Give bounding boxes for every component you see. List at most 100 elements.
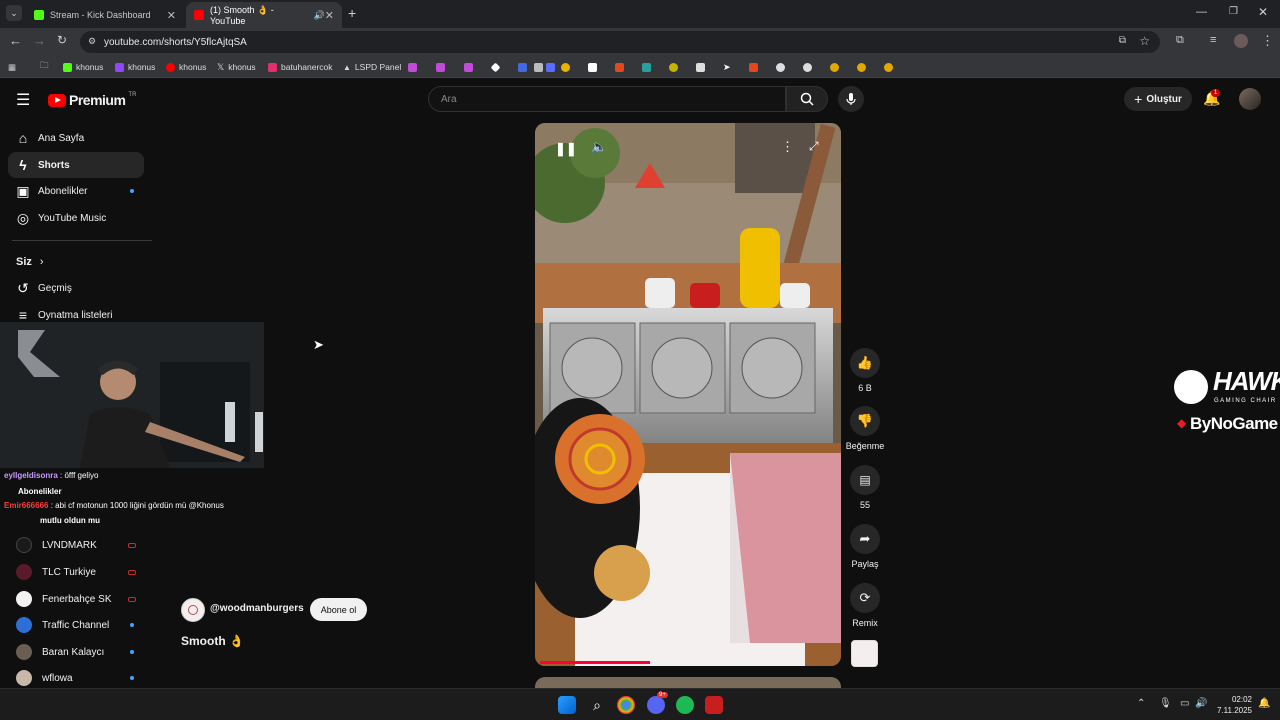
sidebar-item-history[interactable]: ↺ Geçmiş — [8, 275, 144, 301]
menu-dots-icon[interactable]: ⋮ — [1261, 33, 1274, 49]
coin-icon[interactable] — [669, 62, 678, 72]
sidebar-sub-baran-kalayci[interactable]: Baran Kalaycı — [8, 639, 144, 665]
chat-message-text: Abonelikler — [18, 487, 62, 496]
discord-icon[interactable] — [647, 696, 665, 714]
smiley-icon[interactable] — [561, 62, 570, 72]
new-tab-icon[interactable]: + — [348, 5, 356, 21]
app-icon[interactable] — [705, 696, 723, 714]
extensions-icon[interactable]: ⧉ — [1176, 34, 1184, 47]
create-button[interactable]: + Oluştur — [1124, 87, 1192, 111]
diamond-icon[interactable] — [490, 62, 501, 72]
ball-icon[interactable] — [802, 62, 812, 72]
like-button[interactable]: 👍 — [850, 348, 880, 378]
minimize-icon[interactable]: — — [1196, 6, 1207, 18]
fullscreen-icon[interactable]: ⤢ — [809, 139, 819, 154]
pause-icon[interactable]: ❚❚ — [555, 141, 577, 157]
volume-icon[interactable]: 🔊 — [1195, 698, 1207, 709]
folder-icon[interactable]: 🗀 — [40, 60, 49, 74]
window-close-icon[interactable]: ✕ — [1258, 5, 1268, 19]
voice-search-button[interactable] — [838, 86, 864, 112]
tab-search-icon[interactable]: ⌄ — [6, 5, 22, 21]
search-icon[interactable]: ⌕ — [588, 696, 606, 714]
maximize-icon[interactable]: ❐ — [1229, 6, 1238, 17]
search-input[interactable]: Ara — [428, 86, 786, 112]
network-icon[interactable]: ▭ — [1180, 698, 1189, 709]
comments-button[interactable]: ▤ — [850, 465, 880, 495]
sidebar-item-home[interactable]: ⌂ Ana Sayfa — [8, 125, 144, 151]
forward-icon[interactable]: → — [33, 33, 46, 48]
remix-button[interactable]: ⟳ — [850, 583, 880, 613]
dislike-button[interactable]: 👎 — [850, 406, 880, 436]
clock[interactable]: 02:02 7.11.2025 — [1214, 694, 1252, 716]
bookmark-instagram[interactable]: batuhanercok — [268, 60, 333, 74]
spotify-icon[interactable] — [676, 696, 694, 714]
apps-grid-icon[interactable]: ▦ — [8, 60, 16, 74]
close-icon[interactable]: ✕ — [325, 9, 334, 22]
chrome-icon[interactable] — [617, 696, 635, 714]
youtube-logo[interactable]: Premium TR — [48, 92, 136, 108]
image-icon[interactable] — [588, 62, 597, 72]
profile-avatar[interactable] — [1234, 34, 1248, 48]
windows-start-icon[interactable] — [558, 696, 576, 714]
bookmark-lspd[interactable]: ▲ LSPD Panel — [343, 60, 401, 74]
back-icon[interactable]: ← — [9, 33, 22, 48]
close-icon[interactable]: ✕ — [167, 9, 176, 22]
tab-youtube-short[interactable]: (1) Smooth 👌 - YouTube 🔊 ✕ — [186, 2, 342, 28]
sound-thumbnail[interactable] — [851, 640, 878, 667]
fire-icon[interactable] — [615, 62, 624, 72]
bookmark-twitch[interactable]: khonus — [115, 60, 155, 74]
channel-name[interactable]: @woodmanburgers — [210, 603, 304, 614]
bookmark-youtube[interactable]: khonus — [166, 60, 206, 74]
sidebar-you-header[interactable]: Siz › — [8, 249, 144, 275]
sidebar-sub-lvndmark[interactable]: LVNDMARK — [8, 532, 144, 558]
media-controls-icon[interactable]: ≡ — [1210, 34, 1216, 46]
chat-icon[interactable] — [642, 62, 651, 72]
subscribe-button[interactable]: Abone ol — [310, 598, 367, 621]
share-action[interactable]: ➦ Paylaş — [848, 524, 882, 569]
sidebar-sub-fenerbahce[interactable]: Fenerbahçe SK — [8, 586, 144, 612]
channel-avatar[interactable] — [181, 598, 205, 622]
comments-action[interactable]: ▤ 55 — [848, 465, 882, 510]
share-button[interactable]: ➦ — [850, 524, 880, 554]
tray-chevron-icon[interactable]: ⌃ — [1137, 698, 1145, 709]
coin-icon[interactable] — [883, 62, 893, 72]
doc-icon[interactable] — [534, 62, 543, 72]
remix-action[interactable]: ⟳ Remix — [848, 583, 882, 628]
reload-icon[interactable]: ↻ — [57, 33, 67, 47]
sidebar-sub-tlc[interactable]: TLC Turkiye — [8, 559, 144, 585]
hamburger-menu-icon[interactable]: ☰ — [16, 90, 30, 110]
account-avatar[interactable] — [1239, 88, 1261, 110]
sidebar-sub-traffic-channel[interactable]: Traffic Channel — [8, 612, 144, 638]
short-title[interactable]: Smooth 👌 — [181, 634, 244, 648]
cast-icon[interactable]: ⧉ — [1119, 35, 1126, 46]
coin-icon[interactable] — [829, 62, 839, 72]
volume-icon[interactable]: 🔈 — [591, 139, 607, 155]
ball-icon[interactable] — [775, 62, 785, 72]
arrow-icon[interactable]: ➤ — [723, 62, 731, 73]
search-button[interactable] — [786, 86, 828, 112]
url-field[interactable]: ⚙ youtube.com/shorts/Y5flcAjtqSA ⧉ ☆ — [80, 31, 1160, 53]
sidebar-item-subscriptions[interactable]: ▣ Abonelikler — [8, 178, 144, 204]
like-action[interactable]: 👍 6 B — [848, 348, 882, 393]
blue-bookmark-icon[interactable] — [518, 62, 527, 72]
coin-icon[interactable] — [856, 62, 866, 72]
bookmark-star-icon[interactable]: ☆ — [1139, 34, 1150, 48]
bookmark-x[interactable]: 𝕏khonus — [217, 60, 256, 74]
short-video-player[interactable]: ❚❚ 🔈 ⋮ ⤢ — [535, 123, 841, 666]
notification-center-icon[interactable]: 🔔 — [1258, 698, 1270, 709]
gmail-icon[interactable] — [408, 62, 417, 72]
sidebar-item-youtube-music[interactable]: ◎ YouTube Music — [8, 205, 144, 231]
gmail-icon[interactable] — [436, 62, 445, 72]
fire-icon[interactable] — [748, 62, 758, 72]
sidebar-item-shorts[interactable]: ϟ Shorts — [8, 152, 144, 178]
site-info-icon[interactable]: ⚙ — [88, 36, 96, 47]
puzzle-icon[interactable] — [696, 62, 705, 72]
more-options-icon[interactable]: ⋮ — [781, 139, 794, 155]
audio-icon[interactable]: 🔊 — [314, 10, 325, 21]
tab-kick-dashboard[interactable]: Stream - Kick Dashboard ✕ — [26, 2, 184, 28]
webcam-feed — [0, 322, 264, 468]
bookmark-kick[interactable]: khonus — [63, 60, 103, 74]
gmail-icon[interactable] — [464, 62, 473, 72]
microphone-icon[interactable]: 🎙 — [1159, 698, 1172, 709]
dislike-action[interactable]: 👎 Beğenme — [840, 406, 890, 451]
